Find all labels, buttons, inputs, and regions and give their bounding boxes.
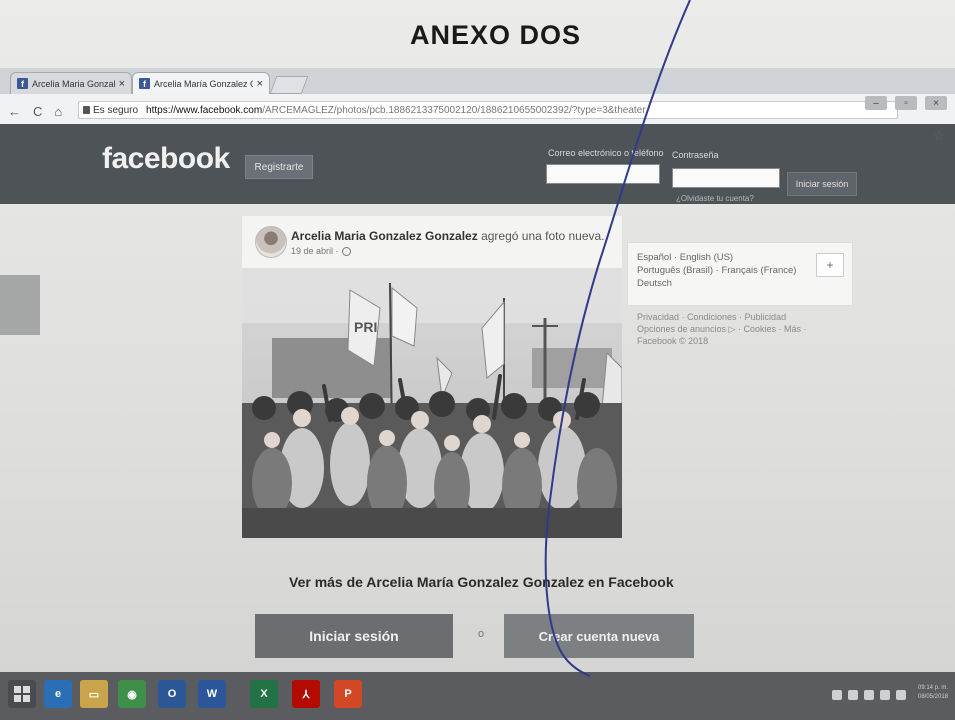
acrobat-icon: ⅄ <box>302 688 310 701</box>
powerpoint-taskbar-icon[interactable]: P <box>334 680 362 708</box>
password-input[interactable] <box>672 168 780 188</box>
word-icon: W <box>206 688 218 700</box>
info-icon[interactable] <box>880 690 890 700</box>
globe-icon <box>341 246 351 256</box>
url-path: /ARCEMAGLEZ/photos/pcb.1886213375002120/… <box>262 105 646 116</box>
reload-icon[interactable]: C <box>33 104 42 119</box>
language-links-3[interactable]: Deutsch <box>637 278 672 289</box>
or-separator: o <box>478 628 485 640</box>
excel-icon: X <box>260 688 268 700</box>
address-bar[interactable]: Es seguro https://www.facebook.com/ARCEMA… <box>78 101 898 119</box>
facebook-logo[interactable]: facebook <box>102 142 230 176</box>
windows-logo-icon <box>14 686 30 702</box>
avatar[interactable] <box>255 226 287 258</box>
start-button[interactable] <box>8 680 36 708</box>
password-label: Contraseña <box>672 150 719 160</box>
language-links-1[interactable]: Español · English (US) <box>637 252 733 263</box>
see-more-text: Ver más de Arcelia María Gonzalez Gonzal… <box>289 574 674 590</box>
url-host: https://www.facebook.com <box>146 105 263 116</box>
ie-icon: e <box>54 688 62 700</box>
explorer-taskbar-icon[interactable]: ▭ <box>80 680 108 708</box>
browser-tab-1[interactable]: f Arcelia Maria Gonzalez G × <box>10 72 132 94</box>
outlook-taskbar-icon[interactable]: O <box>158 680 186 708</box>
login-button[interactable]: Iniciar sesión <box>255 614 453 658</box>
word-taskbar-icon[interactable]: W <box>198 680 226 708</box>
header-login-button[interactable]: Iniciar sesión <box>787 172 857 196</box>
clock-date: 08/05/2018 <box>918 694 949 700</box>
tab-close-icon[interactable]: × <box>119 78 125 90</box>
window-controls: – ▫ × <box>865 96 947 110</box>
volume-icon[interactable] <box>864 690 874 700</box>
close-window-button[interactable]: × <box>925 96 947 110</box>
powerpoint-icon: P <box>344 688 352 700</box>
lock-icon <box>83 106 90 114</box>
browser-tab-2[interactable]: f Arcelia María Gonzalez C × <box>132 72 270 94</box>
document-title: ANEXO DOS <box>410 20 582 50</box>
excel-taskbar-icon[interactable]: X <box>250 680 278 708</box>
ie-taskbar-icon[interactable]: e <box>44 680 72 708</box>
back-icon[interactable]: ← <box>8 104 21 119</box>
facebook-favicon-icon: f <box>139 78 150 89</box>
language-links-2[interactable]: Português (Brasil) · Français (France) <box>637 265 796 276</box>
network-icon[interactable] <box>832 690 842 700</box>
post-header: Arcelia Maria Gonzalez Gonzalez agregó u… <box>291 229 605 243</box>
maximize-button[interactable]: ▫ <box>895 96 917 110</box>
tab-close-icon[interactable]: × <box>257 78 263 90</box>
post-author-name[interactable]: Arcelia Maria Gonzalez Gonzalez <box>291 229 478 243</box>
acrobat-taskbar-icon[interactable]: ⅄ <box>292 680 320 708</box>
taskbar-clock[interactable]: 09:14 p. m. 08/05/2018 <box>918 684 948 702</box>
post-photo[interactable]: PRI <box>242 268 622 538</box>
chrome-icon: ◉ <box>127 688 137 701</box>
forgot-account-link[interactable]: ¿Olvidaste tu cuenta? <box>676 194 754 203</box>
crowd-photo: PRI <box>242 268 622 538</box>
svg-text:PRI: PRI <box>354 319 377 335</box>
post-date-text[interactable]: 19 de abril · <box>291 246 339 256</box>
folder-icon: ▭ <box>88 688 100 701</box>
tab-title: Arcelia María Gonzalez C <box>154 78 253 89</box>
minimize-button[interactable]: – <box>865 96 887 110</box>
home-icon[interactable]: ⌂ <box>54 104 62 119</box>
register-button[interactable]: Registrarte <box>245 155 313 179</box>
language-icon[interactable] <box>896 690 906 700</box>
footer-links-2[interactable]: Opciones de anuncios ▷ · Cookies · Más · <box>637 324 807 335</box>
footer-copyright: Facebook © 2018 <box>637 336 709 346</box>
bookmark-star-icon[interactable]: ☆ <box>933 128 945 144</box>
email-input[interactable] <box>546 164 660 184</box>
more-languages-button[interactable]: + <box>816 253 844 277</box>
post-date: 19 de abril · <box>291 246 351 256</box>
post-action-text: agregó una foto nueva. <box>477 229 605 243</box>
chrome-taskbar-icon[interactable]: ◉ <box>118 680 146 708</box>
tab-title: Arcelia Maria Gonzalez G <box>32 78 115 89</box>
left-margin-strip <box>0 275 40 335</box>
secure-label: Es seguro <box>93 105 139 116</box>
system-tray <box>832 690 906 700</box>
footer-links-1[interactable]: Privacidad · Condiciones · Publicidad <box>637 312 786 322</box>
nav-buttons: ← C ⌂ <box>8 104 62 119</box>
create-account-button[interactable]: Crear cuenta nueva <box>504 614 694 658</box>
outlook-icon: O <box>167 688 177 700</box>
email-label: Correo electrónico o teléfono <box>548 148 664 158</box>
clock-time: 09:14 p. m. <box>918 685 949 691</box>
battery-icon[interactable] <box>848 690 858 700</box>
new-tab-button[interactable] <box>269 76 309 94</box>
facebook-favicon-icon: f <box>17 78 28 89</box>
